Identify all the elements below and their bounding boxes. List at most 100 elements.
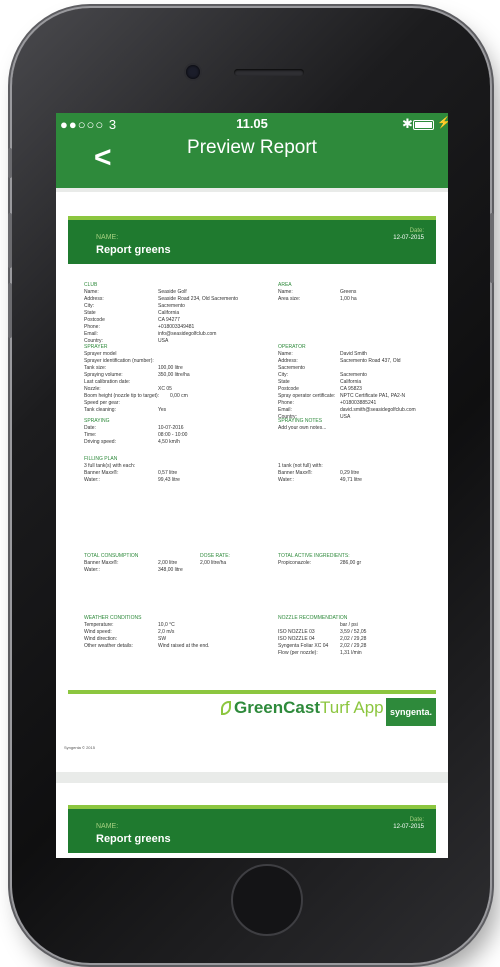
sprayer-key: Tank size: <box>84 365 107 371</box>
club-value: CA 94277 <box>158 317 180 323</box>
leaf-icon <box>221 701 231 715</box>
nozzle-section: NOZZLE RECOMMENDATION bar / psi ISO NOZZ… <box>278 615 438 657</box>
sprayer-value: 100,00 litre <box>158 365 183 371</box>
club-key: Name: <box>84 289 99 295</box>
active-value: 286,00 gr <box>340 560 362 566</box>
operator-heading: OPERATOR <box>278 344 306 350</box>
club-heading: CLUB <box>84 282 98 288</box>
greencast-text: GreenCast <box>234 698 320 717</box>
filling2-key: Banner Maxx®: <box>278 470 313 476</box>
bluetooth-icon: ✱ <box>402 116 413 131</box>
consumption-heading: TOTAL CONSUMPTION <box>84 553 139 559</box>
area-value: 1,00 ha <box>340 296 357 302</box>
sprayer-key: Last calibration date: <box>84 379 131 385</box>
operator-value: NPTC Certificate PA1, PA2-N <box>340 393 406 399</box>
sprayer-key: Boom height (nozzle tip to target): <box>84 393 160 399</box>
mute-switch <box>8 148 12 178</box>
spraying-key: Driving speed: <box>84 439 116 445</box>
area-key: Name: <box>278 289 293 295</box>
club-value: info@seasidegolfclub.com <box>158 331 217 337</box>
club-key: Phone: <box>84 324 100 330</box>
sprayer-value: XC 05 <box>158 386 172 392</box>
nozzle-value: 1,31 l/min <box>340 650 362 656</box>
nozzle-heading: NOZZLE RECOMMENDATION <box>278 615 348 621</box>
front-camera <box>186 65 200 79</box>
operator-value: +018003885241 <box>340 400 377 406</box>
club-section: CLUB Name: Seaside Golf Address: Seaside R… <box>84 282 254 345</box>
sprayer-key: Spraying volume: <box>84 372 123 378</box>
volume-down-button <box>8 283 12 338</box>
area-heading: AREA <box>278 282 292 288</box>
spraying-key: Date: <box>84 425 96 431</box>
sprayer-value: 350,00 litre/ha <box>158 372 190 378</box>
copyright-text: Syngenta © 2015 <box>64 745 95 750</box>
turf-app-text: Turf App <box>319 698 384 717</box>
operator-key: Postcode <box>278 386 299 392</box>
sprayer-key: Sprayer model <box>84 351 117 357</box>
club-value: Seaside Golf <box>158 289 187 295</box>
spraying-section: SPRAYING Date: 10-07-2016 Time: 08:00 - 10… <box>84 418 254 446</box>
sprayer-key: Sprayer identification (number): <box>84 358 154 364</box>
operator-key: Sacremento <box>278 365 305 371</box>
filling2-subheading: 1 tank (not full) with: <box>278 463 323 469</box>
spraying-heading: SPRAYING <box>84 418 110 424</box>
name-label: NAME: <box>96 234 119 241</box>
operator-value: CA 95823 <box>340 386 362 392</box>
sprayer-value: 0,00 cm <box>170 393 188 399</box>
filling2-value: 49,71 litre <box>340 477 362 483</box>
club-key: Postcode <box>84 317 105 323</box>
screen: ●●○○○ 3 11.05 ✱ ⚡ < Preview Report NAME:… <box>56 113 448 858</box>
operator-key: Spray operator certificate: <box>278 393 336 399</box>
club-value: California <box>158 310 180 316</box>
operator-value: David Smith <box>340 351 367 357</box>
home-button[interactable] <box>231 864 303 936</box>
report-name: Report greens <box>96 244 171 256</box>
weather-section: WEATHER CONDITIONS Temperature: 10,0 °C W… <box>84 615 259 650</box>
weather-key: Temperature: <box>84 622 114 628</box>
club-key: Address: <box>84 296 104 302</box>
report-header: NAME: Report greens Date: 12-07-2015 <box>68 220 436 264</box>
sprayer-key: Speed per gear: <box>84 400 120 406</box>
footer-accent <box>68 690 436 694</box>
filling-key: Banner Maxx®: <box>84 470 119 476</box>
filling2-value: 0,29 litre <box>340 470 360 476</box>
report-date: 12-07-2015 <box>393 824 424 830</box>
area-value: Greens <box>340 289 357 295</box>
weather-key: Wind direction: <box>84 636 118 642</box>
weather-value: 2,0 m/s <box>158 629 175 635</box>
nozzle-key <box>278 622 340 629</box>
filling-value: 99,43 litre <box>158 477 180 483</box>
operator-key: Name: <box>278 351 293 357</box>
club-key: Email: <box>84 331 98 337</box>
greencast-logo: GreenCastTurf App <box>221 698 384 718</box>
report-page: NAME: Report greens Date: 12-07-2015 CLU… <box>56 192 448 772</box>
nozzle-key: ISO NOZZLE 04 <box>278 636 315 642</box>
sprayer-section: SPRAYER Sprayer model Sprayer identifica… <box>84 344 254 414</box>
consumption-value: 2,00 litre <box>158 560 178 566</box>
nozzle-value: 3,59 / 52,05 <box>340 629 367 635</box>
volume-up-button <box>8 213 12 268</box>
operator-key: Email: <box>278 407 292 413</box>
earpiece-speaker <box>234 69 304 76</box>
weather-value: SW <box>158 636 167 642</box>
operator-key: Phone: <box>278 400 294 406</box>
filling-value: 0,57 litre <box>158 470 178 476</box>
scene: ●●○○○ 3 11.05 ✱ ⚡ < Preview Report NAME:… <box>0 0 500 967</box>
operator-value: California <box>340 379 362 385</box>
notes-heading: SPRAYING NOTES <box>278 418 323 424</box>
date-label: Date: <box>409 817 424 823</box>
battery-icon <box>413 120 434 130</box>
filling-subheading: 3 full tank(s) with each: <box>84 463 136 469</box>
club-value: Sacremento <box>158 303 185 309</box>
operator-key: City: <box>278 372 288 378</box>
operator-value: Sacremento Road 437, Old <box>340 358 401 364</box>
nozzle-key: Syngenta Foliar XC 04 <box>278 643 329 649</box>
date-label: Date: <box>409 228 424 234</box>
club-value: +018003349481 <box>158 324 195 330</box>
spraying-value: 08:00 - 10:00 <box>158 432 188 438</box>
active-ingredients-section: TOTAL ACTIVE INGREDIENTS: Propiconazole:… <box>278 553 438 567</box>
navigation-bar: ●●○○○ 3 11.05 ✱ ⚡ < Preview Report <box>56 113 448 188</box>
operator-value: david.smith@seasidegolfclub.com <box>340 407 416 413</box>
active-heading: TOTAL ACTIVE INGREDIENTS: <box>278 553 350 559</box>
notes-section: SPRAYING NOTES Add your own notes... <box>278 418 438 432</box>
